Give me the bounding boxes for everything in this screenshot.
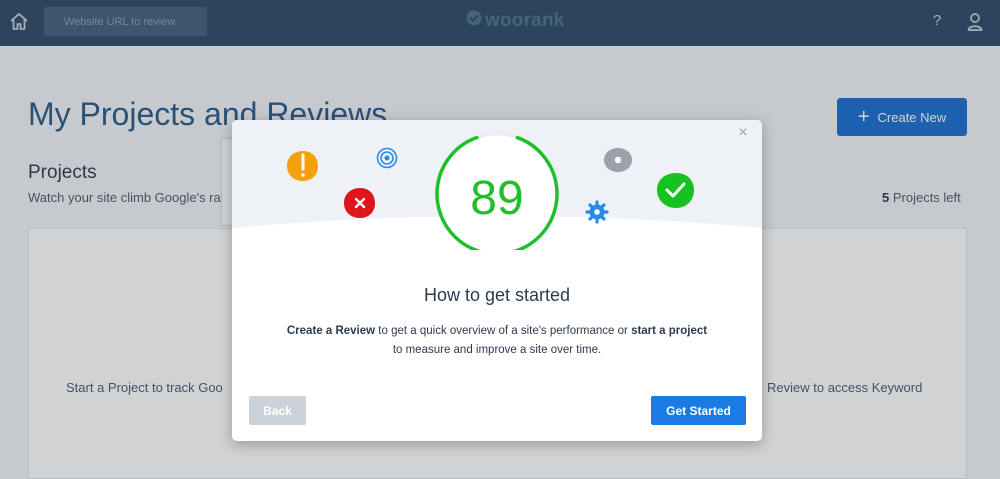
modal-hero-illustration: 89 [232, 120, 762, 250]
onboarding-modal: 89 × How to get started Create a Review … [232, 120, 762, 441]
desc-text-1: to get a quick overview of a site's perf… [375, 325, 632, 337]
target-icon [376, 147, 398, 169]
back-button[interactable]: Back [249, 396, 306, 425]
modal-title: How to get started [423, 285, 571, 305]
close-icon[interactable]: × [736, 125, 750, 141]
gear-icon [585, 200, 609, 224]
create-review-link: Create a Review [286, 325, 376, 337]
score-value: 89 [470, 172, 523, 225]
start-project-link: start a project [631, 325, 708, 337]
get-started-button[interactable]: Get Started [651, 396, 746, 425]
modal-description: Create a Review to get a quick overview … [262, 322, 732, 360]
desc-text-2: to measure and improve a site over time. [392, 344, 602, 356]
